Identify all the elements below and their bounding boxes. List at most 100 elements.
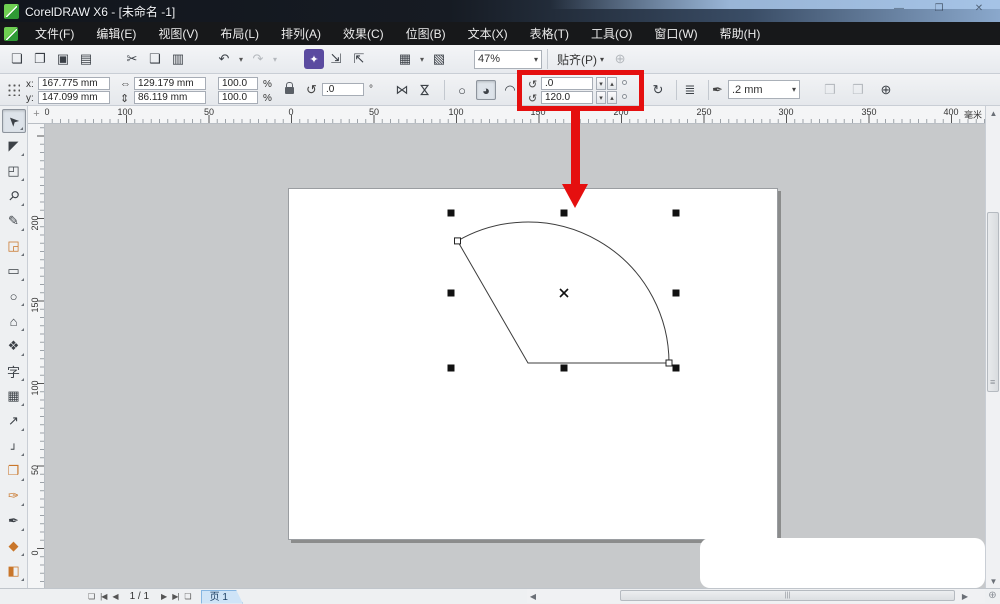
horizontal-scrollbar[interactable]: ◀ ||| ▶ xyxy=(527,589,985,603)
ellipse-mode-button[interactable]: ○ xyxy=(452,80,472,100)
y-position-field[interactable]: 147.099 mm xyxy=(38,91,110,104)
wrap-text-button[interactable]: ≣ xyxy=(680,80,700,100)
menu-tools[interactable]: 工具(O) xyxy=(580,22,643,45)
prev-page-button[interactable]: ◀ xyxy=(112,592,117,601)
maximize-button[interactable]: ❐ xyxy=(926,3,952,14)
fill-tool[interactable]: ◆ xyxy=(2,534,26,558)
pick-tool[interactable]: ➤ xyxy=(2,109,26,133)
outline-pen-tool[interactable]: ✒ xyxy=(2,509,26,533)
mirror-vertical-button[interactable]: ⋈ xyxy=(414,80,434,100)
minimize-button[interactable]: — xyxy=(886,3,912,14)
object-height-field[interactable]: 86.119 mm xyxy=(134,91,206,104)
zoom-level-combo[interactable]: 47% ▾ xyxy=(474,50,542,69)
vertical-ruler[interactable]: 200150100500 xyxy=(28,124,45,588)
print-icon[interactable]: ▤ xyxy=(75,48,97,70)
menu-text[interactable]: 文本(X) xyxy=(457,22,519,45)
selection-handle[interactable] xyxy=(673,290,680,297)
scale-x-field[interactable]: 100.0 xyxy=(218,77,258,90)
shape-tool[interactable]: ◤ xyxy=(2,134,26,158)
rectangle-tool[interactable]: ▭ xyxy=(2,259,26,283)
blend-tool[interactable]: ❐ xyxy=(2,459,26,483)
node-marker[interactable] xyxy=(455,238,461,244)
to-back-button[interactable]: ❒ xyxy=(848,80,868,100)
start-angle-spin-down[interactable]: ▾ xyxy=(596,77,606,90)
rotation-angle-field[interactable]: .0 xyxy=(322,83,364,96)
menu-window[interactable]: 窗口(W) xyxy=(643,22,708,45)
table-tool[interactable]: ▦ xyxy=(2,384,26,408)
selection-handle[interactable] xyxy=(448,210,455,217)
lock-ratio-icon[interactable] xyxy=(285,87,294,94)
horizontal-scroll-thumb[interactable]: ||| xyxy=(620,590,955,601)
page-tab[interactable]: 页 1 xyxy=(201,590,243,604)
options-icon[interactable]: ⊕ xyxy=(609,48,631,70)
start-angle-field[interactable]: .0 xyxy=(541,77,593,90)
undo-dropdown-icon[interactable]: ▾ xyxy=(236,48,246,70)
paste-icon[interactable]: ▥ xyxy=(167,48,189,70)
horizontal-ruler[interactable]: 15010050050100150200250300350400 毫米 xyxy=(45,106,985,124)
quick-customize-button[interactable]: ⊕ xyxy=(876,80,896,100)
vertical-scroll-thumb[interactable] xyxy=(987,212,999,392)
menu-table[interactable]: 表格(T) xyxy=(519,22,580,45)
customize-corner-icon[interactable]: ⊕ xyxy=(986,590,999,603)
start-angle-spin-up[interactable]: ▴ xyxy=(607,77,617,90)
menu-help[interactable]: 帮助(H) xyxy=(709,22,772,45)
selection-handle[interactable] xyxy=(673,365,680,372)
first-page-button[interactable]: |◀ xyxy=(100,592,106,601)
polygon-tool[interactable]: ⌂ xyxy=(2,309,26,333)
app-launcher-dropdown-icon[interactable]: ▾ xyxy=(417,48,427,70)
welcome-screen-icon[interactable]: ▧ xyxy=(428,48,450,70)
x-position-field[interactable]: 167.775 mm xyxy=(38,77,110,90)
crop-tool[interactable]: ◰ xyxy=(2,159,26,183)
copy-icon[interactable]: ❑ xyxy=(144,48,166,70)
new-document-icon[interactable]: ❏ xyxy=(6,48,28,70)
smart-fill-tool[interactable]: ◲ xyxy=(2,234,26,258)
search-content-icon[interactable]: ✦ xyxy=(304,49,324,69)
snap-to-dropdown[interactable]: 贴齐(P) ▾ xyxy=(553,51,608,68)
text-tool[interactable]: 字 xyxy=(2,359,26,383)
scroll-left-icon[interactable]: ◀ xyxy=(527,592,539,601)
mirror-horizontal-button[interactable]: ⋈ xyxy=(392,80,412,100)
end-angle-field[interactable]: 120.0 xyxy=(541,91,593,104)
menu-effects[interactable]: 效果(C) xyxy=(332,22,395,45)
dimension-tool[interactable]: ↗ xyxy=(2,409,26,433)
save-icon[interactable]: ▣ xyxy=(52,48,74,70)
last-page-button[interactable]: ▶| xyxy=(172,592,178,601)
node-marker[interactable] xyxy=(666,360,672,366)
vertical-scrollbar[interactable]: ▲ ▼ xyxy=(985,106,1000,588)
menu-edit[interactable]: 编辑(E) xyxy=(85,22,147,45)
zoom-tool[interactable]: ⚲ xyxy=(2,184,26,208)
menu-file[interactable]: 文件(F) xyxy=(24,22,85,45)
menu-layout[interactable]: 布局(L) xyxy=(209,22,270,45)
object-width-field[interactable]: 129.179 mm xyxy=(134,77,206,90)
import-icon[interactable]: ⇲ xyxy=(325,48,347,70)
scroll-up-icon[interactable]: ▲ xyxy=(986,109,1000,118)
ellipse-tool[interactable]: ○ xyxy=(2,284,26,308)
to-front-button[interactable]: ❒ xyxy=(820,80,840,100)
add-page-end-icon[interactable]: ❏ xyxy=(184,592,190,601)
end-angle-spin-up[interactable]: ▴ xyxy=(607,91,617,104)
connector-tool[interactable]: ¬ xyxy=(2,434,26,458)
selection-handle[interactable] xyxy=(561,210,568,217)
basic-shapes-tool[interactable]: ❖ xyxy=(2,334,26,358)
selection-handle[interactable] xyxy=(448,365,455,372)
freehand-tool[interactable]: ✎ xyxy=(2,209,26,233)
drawing-canvas[interactable] xyxy=(45,124,985,588)
next-page-button[interactable]: ▶ xyxy=(161,592,166,601)
outline-width-combo[interactable]: .2 mm ▾ xyxy=(728,80,800,99)
ruler-origin-icon[interactable]: + xyxy=(28,106,45,124)
end-angle-spin-down[interactable]: ▾ xyxy=(596,91,606,104)
menu-bitmaps[interactable]: 位图(B) xyxy=(395,22,457,45)
change-direction-button[interactable]: ↻ xyxy=(648,80,668,100)
selection-handle[interactable] xyxy=(673,210,680,217)
arc-mode-button[interactable]: ◠ xyxy=(500,80,520,100)
scroll-down-icon[interactable]: ▼ xyxy=(986,577,1000,586)
open-icon[interactable]: ❐ xyxy=(29,48,51,70)
export-icon[interactable]: ⇱ xyxy=(348,48,370,70)
redo-dropdown-icon[interactable]: ▾ xyxy=(270,48,280,70)
undo-icon[interactable]: ↶ xyxy=(213,48,235,70)
menu-view[interactable]: 视图(V) xyxy=(147,22,209,45)
redo-icon[interactable]: ↷ xyxy=(247,48,269,70)
add-page-start-icon[interactable]: ❏ xyxy=(88,592,94,601)
menu-arrange[interactable]: 排列(A) xyxy=(270,22,332,45)
scale-y-field[interactable]: 100.0 xyxy=(218,91,258,104)
